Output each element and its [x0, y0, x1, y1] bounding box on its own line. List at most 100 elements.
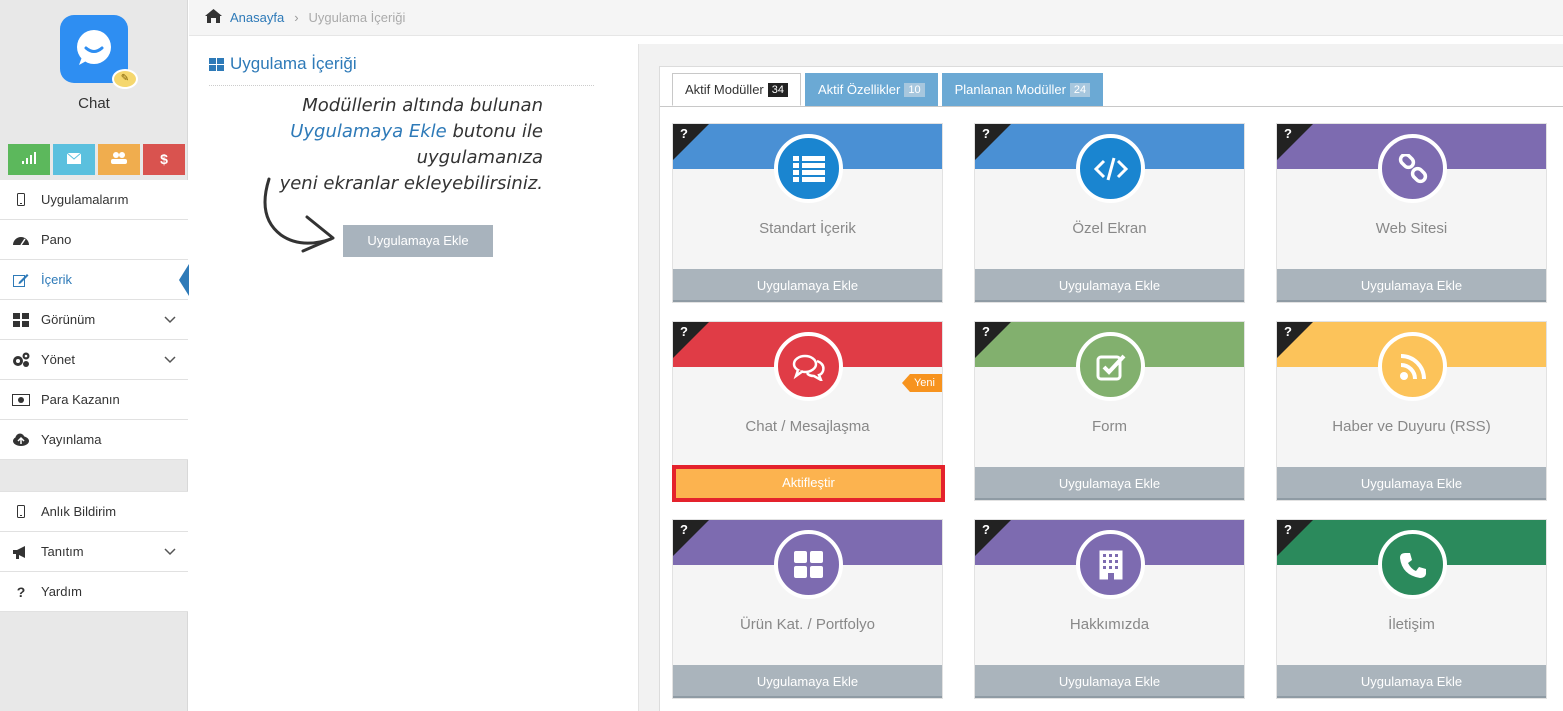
- building-icon: [1099, 550, 1122, 580]
- arrow-illustration: [263, 177, 335, 253]
- help-icon[interactable]: ?: [680, 324, 688, 339]
- breadcrumb-home-link[interactable]: Anasayfa: [230, 10, 284, 25]
- bullhorn-icon: [12, 543, 30, 561]
- count-badge: 10: [904, 82, 925, 97]
- help-icon[interactable]: ?: [982, 126, 990, 141]
- sidebar-item-label: Para Kazanın: [41, 392, 120, 407]
- sidebar-menu: Uygulamalarım Pano İçerik Görünüm Yönet …: [0, 180, 189, 460]
- add-to-app-button[interactable]: Uygulamaya Ekle: [1277, 467, 1546, 500]
- module-name: Hakkımızda: [1069, 616, 1150, 633]
- module-card-standart-icerik: ? Standart İçerik Uygulamaya Ekle: [672, 123, 943, 303]
- sidebar-item-pano[interactable]: Pano: [0, 220, 188, 260]
- help-icon[interactable]: ?: [982, 324, 990, 339]
- help-icon[interactable]: ?: [680, 126, 688, 141]
- sidebar-item-anlik-bildirim[interactable]: Anlık Bildirim: [0, 492, 188, 532]
- sidebar-item-para-kazanin[interactable]: Para Kazanın: [0, 380, 188, 420]
- cogs-icon: [12, 351, 30, 369]
- sidebar-item-tanitim[interactable]: Tanıtım: [0, 532, 188, 572]
- module-tabs: Aktif Modüller 34 Aktif Özellikler 10 Plan…: [672, 73, 1107, 107]
- help-corner: [673, 124, 709, 160]
- module-card-haber-duyuru: ? Haber ve Duyuru (RSS) Uygulamaya Ekle: [1276, 321, 1547, 501]
- stats-button[interactable]: [8, 144, 50, 175]
- tab-planlanan-moduller[interactable]: Planlanan Modüller 24: [941, 73, 1104, 106]
- example-add-button: Uygulamaya Ekle: [343, 225, 493, 257]
- sidebar-item-uygulamalarim[interactable]: Uygulamalarım: [0, 180, 188, 220]
- add-to-app-button[interactable]: Uygulamaya Ekle: [975, 269, 1244, 302]
- sidebar-item-yayinlama[interactable]: Yayınlama: [0, 420, 188, 460]
- divider: [209, 85, 594, 86]
- grid-icon: [209, 57, 224, 71]
- help-icon[interactable]: ?: [1284, 324, 1292, 339]
- hint-highlight: Uygulamaya Ekle: [290, 121, 447, 142]
- add-to-app-button[interactable]: Uygulamaya Ekle: [673, 665, 942, 698]
- module-icon: [1076, 530, 1145, 599]
- help-corner: [673, 520, 709, 556]
- sidebar-item-icerik[interactable]: İçerik: [0, 260, 189, 300]
- module-name: Chat / Mesajlaşma: [745, 418, 870, 435]
- sidebar-item-label: Yardım: [41, 584, 82, 599]
- sidebar-item-yonet[interactable]: Yönet: [0, 340, 188, 380]
- module-name: Standart İçerik: [759, 220, 856, 237]
- home-icon[interactable]: [205, 9, 222, 26]
- help-icon[interactable]: ?: [680, 522, 688, 537]
- help-icon[interactable]: ?: [982, 522, 990, 537]
- help-icon[interactable]: ?: [1284, 522, 1292, 537]
- users-icon: [111, 152, 127, 164]
- help-corner: [1277, 124, 1313, 160]
- help-corner: [1277, 322, 1313, 358]
- link-icon: [1398, 153, 1427, 183]
- add-to-app-button[interactable]: Uygulamaya Ekle: [975, 665, 1244, 698]
- module-card-urun-katalog: ? Ürün Kat. / Portfolyo Uygulamaya Ekle: [672, 519, 943, 699]
- app-icon[interactable]: ✎: [60, 15, 138, 89]
- sidebar-item-label: Görünüm: [41, 312, 96, 327]
- dollar-button[interactable]: $: [143, 144, 185, 175]
- activate-button[interactable]: Aktifleştir: [672, 465, 945, 502]
- check-square-icon: [1096, 354, 1125, 380]
- module-card-ozel-ekran: ? Özel Ekran Uygulamaya Ekle: [974, 123, 1245, 303]
- mail-button[interactable]: [53, 144, 95, 175]
- add-to-app-button[interactable]: Uygulamaya Ekle: [1277, 665, 1546, 698]
- app-name: Chat: [78, 95, 110, 112]
- tab-aktif-ozellikler[interactable]: Aktif Özellikler 10: [805, 73, 938, 106]
- breadcrumb-separator: ›: [294, 10, 299, 25]
- module-icon: [774, 530, 843, 599]
- users-button[interactable]: [98, 144, 140, 175]
- dashboard-icon: [12, 231, 30, 249]
- grid-icon: [793, 550, 823, 578]
- sidebar: ✎ Chat $ Uygulamalarım Pano İçerik Görün…: [0, 0, 189, 711]
- page-title: Uygulama İçeriği: [209, 54, 357, 74]
- module-name: Form: [1092, 418, 1127, 435]
- sidebar-item-label: Uygulamalarım: [41, 192, 129, 207]
- hint-line: Modüllerin altında bulunan: [302, 95, 543, 116]
- sidebar-item-gorunum[interactable]: Görünüm: [0, 300, 188, 340]
- module-name: Haber ve Duyuru (RSS): [1332, 418, 1491, 435]
- module-icon: [774, 134, 843, 203]
- module-icon: [1378, 332, 1447, 401]
- edit-pencil-icon[interactable]: ✎: [112, 69, 138, 89]
- help-corner: [975, 124, 1011, 160]
- module-name: Web Sitesi: [1375, 220, 1448, 237]
- help-corner: [673, 322, 709, 358]
- module-icon: [1076, 134, 1145, 203]
- mobile-icon: [12, 191, 30, 209]
- tab-aktif-moduller[interactable]: Aktif Modüller 34: [672, 73, 801, 106]
- mobile-icon: [12, 503, 30, 521]
- module-icon: [1378, 530, 1447, 599]
- sidebar-item-label: Tanıtım: [41, 544, 84, 559]
- add-to-app-button[interactable]: Uygulamaya Ekle: [1277, 269, 1546, 302]
- comments-icon: [792, 354, 825, 381]
- tab-divider: [660, 106, 1563, 107]
- module-name: İletişim: [1388, 616, 1435, 633]
- help-icon[interactable]: ?: [1284, 126, 1292, 141]
- module-card-form: ? Form Uygulamaya Ekle: [974, 321, 1245, 501]
- sidebar-menu-secondary: Anlık Bildirim Tanıtım ? Yardım: [0, 491, 188, 612]
- tab-label: Aktif Özellikler: [818, 82, 901, 97]
- module-card-iletisim: ? İletişim Uygulamaya Ekle: [1276, 519, 1547, 699]
- add-to-app-button[interactable]: Uygulamaya Ekle: [673, 269, 942, 302]
- add-to-app-button[interactable]: Uygulamaya Ekle: [975, 467, 1244, 500]
- tab-label: Aktif Modüller: [685, 82, 764, 97]
- sidebar-item-label: Yönet: [41, 352, 75, 367]
- sidebar-item-yardim[interactable]: ? Yardım: [0, 572, 188, 612]
- module-icon: [1378, 134, 1447, 203]
- question-icon: ?: [16, 583, 26, 600]
